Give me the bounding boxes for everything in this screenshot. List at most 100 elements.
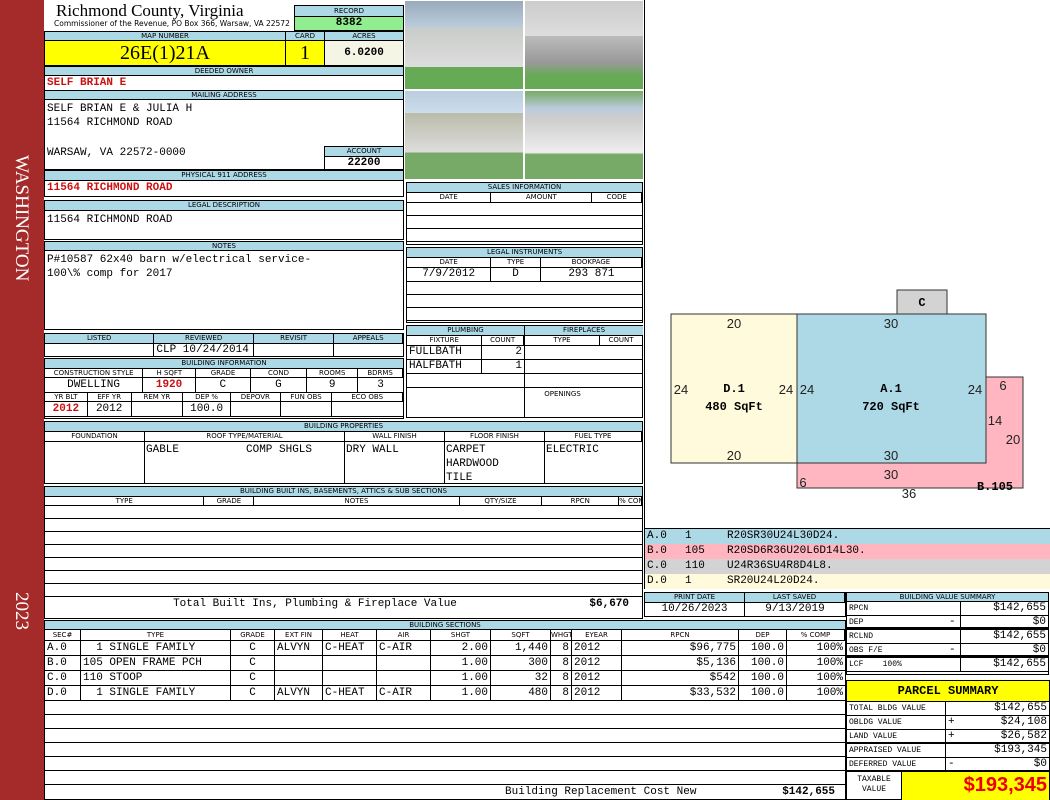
table-cell: C xyxy=(231,671,275,685)
table-cell: 110 STOOP xyxy=(81,671,231,685)
replacement-cost-value: $142,655 xyxy=(782,786,835,798)
column-header: REVISIT xyxy=(254,334,335,343)
taxable-row: TAXABLE VALUE $193,345 xyxy=(847,772,1049,800)
property-cell: GABLE COMP SHGLS xyxy=(145,442,345,484)
table-cell: 1.00 xyxy=(431,656,491,670)
table-cell xyxy=(45,715,845,728)
plumbing-section: PLUMBING FIXTURE COUNT FULLBATH 2 HALFBATH 1 xyxy=(407,326,525,417)
mailing-line: SELF BRIAN E & JULIA H xyxy=(47,103,193,115)
county-title: Richmond County, Virginia xyxy=(56,1,244,20)
table-cell: 2012 xyxy=(572,686,622,700)
column-header: NOTES xyxy=(254,497,460,505)
instrument-row xyxy=(407,295,642,308)
table-cell xyxy=(45,584,642,596)
table-cell: 9 xyxy=(307,378,359,392)
table-cell xyxy=(45,558,642,570)
column-header: SQFT xyxy=(491,630,551,640)
table-cell: 2012 xyxy=(88,402,132,416)
column-header: SHGT xyxy=(431,630,491,640)
column-header: WALL FINISH xyxy=(345,432,445,441)
mailing-line: 11564 RICHMOND ROAD xyxy=(47,117,173,129)
table-cell: 100% xyxy=(816,687,843,699)
table-cell: D xyxy=(491,268,541,281)
parcel-row: APPRAISED VALUE $193,345 xyxy=(847,744,1049,758)
built-ins-table: BUILDING BUILT INS, BASEMENTS, ATTICS & … xyxy=(44,486,643,619)
sales-header: DATE AMOUNT CODE xyxy=(407,193,642,203)
dim: 24 xyxy=(968,382,982,397)
account-number: 22200 xyxy=(324,156,404,170)
property-photo-house-side[interactable] xyxy=(404,90,524,180)
parcel-row: TOTAL BLDG VALUE $142,655 xyxy=(847,702,1049,716)
table-cell: - xyxy=(948,758,955,770)
map-number: 26E(1)21A xyxy=(44,40,286,66)
dates-table: PRINT DATE LAST SAVED 10/26/2023 9/13/2019 xyxy=(644,592,846,617)
column-header: LISTED xyxy=(45,334,155,343)
table-cell xyxy=(407,229,642,241)
column-header: COND xyxy=(251,369,308,377)
built-in-row xyxy=(45,545,642,558)
table-cell xyxy=(407,374,524,387)
section-row xyxy=(45,701,845,715)
column-header: YR BLT xyxy=(45,393,88,401)
table-cell: $5,136 xyxy=(622,656,739,670)
dim: 24 xyxy=(674,382,688,397)
table-cell xyxy=(946,744,960,757)
review-values: CLP 10/24/2014 xyxy=(45,344,403,357)
column-header: RPCN xyxy=(622,630,739,640)
table-cell xyxy=(525,346,643,359)
note-line: P#10587 62x40 barn w/electrical service- xyxy=(47,254,312,266)
column-header: % COMP xyxy=(619,497,642,505)
table-cell: $24,108 xyxy=(1000,716,1047,728)
table-cell xyxy=(275,671,323,685)
table-cell xyxy=(281,402,333,416)
building-value-summary-table: BUILDING VALUE SUMMARY RPCN $142,655 DEP - $0… xyxy=(846,592,1049,675)
dates-header: PRINT DATE LAST SAVED xyxy=(645,593,845,603)
sketch-legend-row[interactable]: B.0 105 R20SD6R36U20L6D14L30. xyxy=(645,544,1050,559)
dim: 20 xyxy=(1006,432,1020,447)
built-in-row xyxy=(45,584,642,597)
table-cell: + xyxy=(948,730,955,742)
sketch-legend-row[interactable]: A.0 1 R20SR30U24L30D24. xyxy=(645,529,1050,544)
table-cell xyxy=(45,506,642,518)
table-cell xyxy=(45,771,845,784)
properties-header: FOUNDATION ROOF TYPE/MATERIAL WALL FINISH F… xyxy=(45,432,642,442)
dates-values: 10/26/2023 9/13/2019 xyxy=(645,603,845,617)
table-cell: DEFERRED VALUE xyxy=(847,758,946,770)
building-sections-label: BUILDING SECTIONS xyxy=(45,621,845,630)
table-cell xyxy=(377,656,431,670)
property-photo-house-front[interactable] xyxy=(524,90,644,180)
sketch-legend-row[interactable]: D.0 1 SR20U24L20D24. xyxy=(645,574,1050,589)
plumbing-label: PLUMBING xyxy=(407,326,524,336)
table-cell: 100.0 xyxy=(739,656,787,670)
table-cell: 9/13/2019 xyxy=(765,603,825,615)
section-row: D.0 1 SINGLE FAMILY C ALVYN C-HEAT C-AIR 1.00… xyxy=(45,686,845,701)
column-header: REVIEWED xyxy=(154,334,254,343)
column-header: ECO OBS xyxy=(332,393,404,401)
section-row xyxy=(45,743,845,757)
table-cell: C xyxy=(231,641,275,655)
column-header: RPCN xyxy=(542,497,620,505)
parcel-summary: PARCEL SUMMARY TOTAL BLDG VALUE $142,655 OB… xyxy=(846,680,1050,800)
column-header: TYPE xyxy=(525,336,600,345)
table-cell: C xyxy=(231,686,275,700)
property-photo-carport[interactable] xyxy=(524,0,644,90)
fireplace-row xyxy=(525,346,643,360)
table-cell: $542 xyxy=(622,671,739,685)
table-cell: 2012 xyxy=(45,402,88,416)
built-ins-label: BUILDING BUILT INS, BASEMENTS, ATTICS & … xyxy=(45,487,642,497)
table-cell xyxy=(946,702,960,715)
fireplaces-section: FIREPLACES TYPE COUNT OPENINGS xyxy=(525,326,643,417)
roof-type: GABLE xyxy=(146,444,180,456)
property-photo-barn[interactable] xyxy=(404,0,524,90)
plumbing-fireplaces: PLUMBING FIXTURE COUNT FULLBATH 2 HALFBATH 1 FI… xyxy=(406,325,643,418)
instrument-row: 7/9/2012 D 293 871 xyxy=(407,268,642,282)
sketch-legend-row[interactable]: C.0 110 U24R36SU4R8D4L8. xyxy=(645,559,1050,574)
table-cell: 3 xyxy=(377,379,384,391)
table-cell xyxy=(323,671,377,685)
section-row xyxy=(45,771,845,785)
table-cell: 2012 xyxy=(572,641,622,655)
legend-path: U24R36SU4R8D4L8. xyxy=(727,560,833,572)
table-cell: 1 SINGLE FAMILY xyxy=(81,686,231,700)
openings-label: OPENINGS xyxy=(544,390,581,398)
column-header: EFF YR xyxy=(88,393,132,401)
